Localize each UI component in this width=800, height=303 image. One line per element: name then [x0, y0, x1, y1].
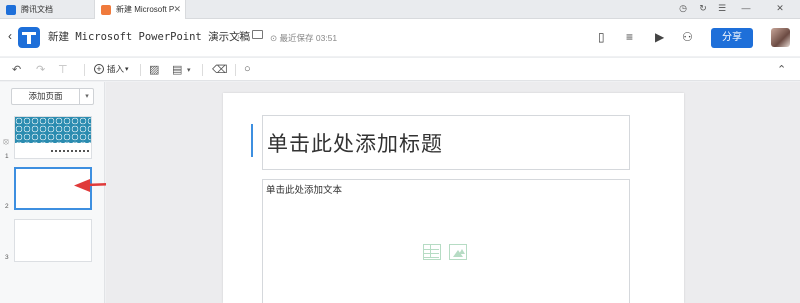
slide-page[interactable]: 单击此处添加标题 单击此处添加文本 — [223, 93, 684, 303]
slide-canvas: 单击此处添加标题 单击此处添加文本 — [106, 82, 800, 303]
title-placeholder[interactable]: 单击此处添加标题 — [262, 115, 630, 170]
insert-image-icon[interactable] — [449, 244, 467, 260]
body-placeholder-text: 单击此处添加文本 — [266, 185, 343, 196]
arrow-head — [74, 179, 90, 192]
insert-table-icon[interactable] — [423, 244, 441, 260]
title-focus-indicator — [251, 124, 253, 157]
body-placeholder[interactable]: 单击此处添加文本 — [262, 179, 630, 303]
title-placeholder-text: 单击此处添加标题 — [267, 132, 443, 156]
